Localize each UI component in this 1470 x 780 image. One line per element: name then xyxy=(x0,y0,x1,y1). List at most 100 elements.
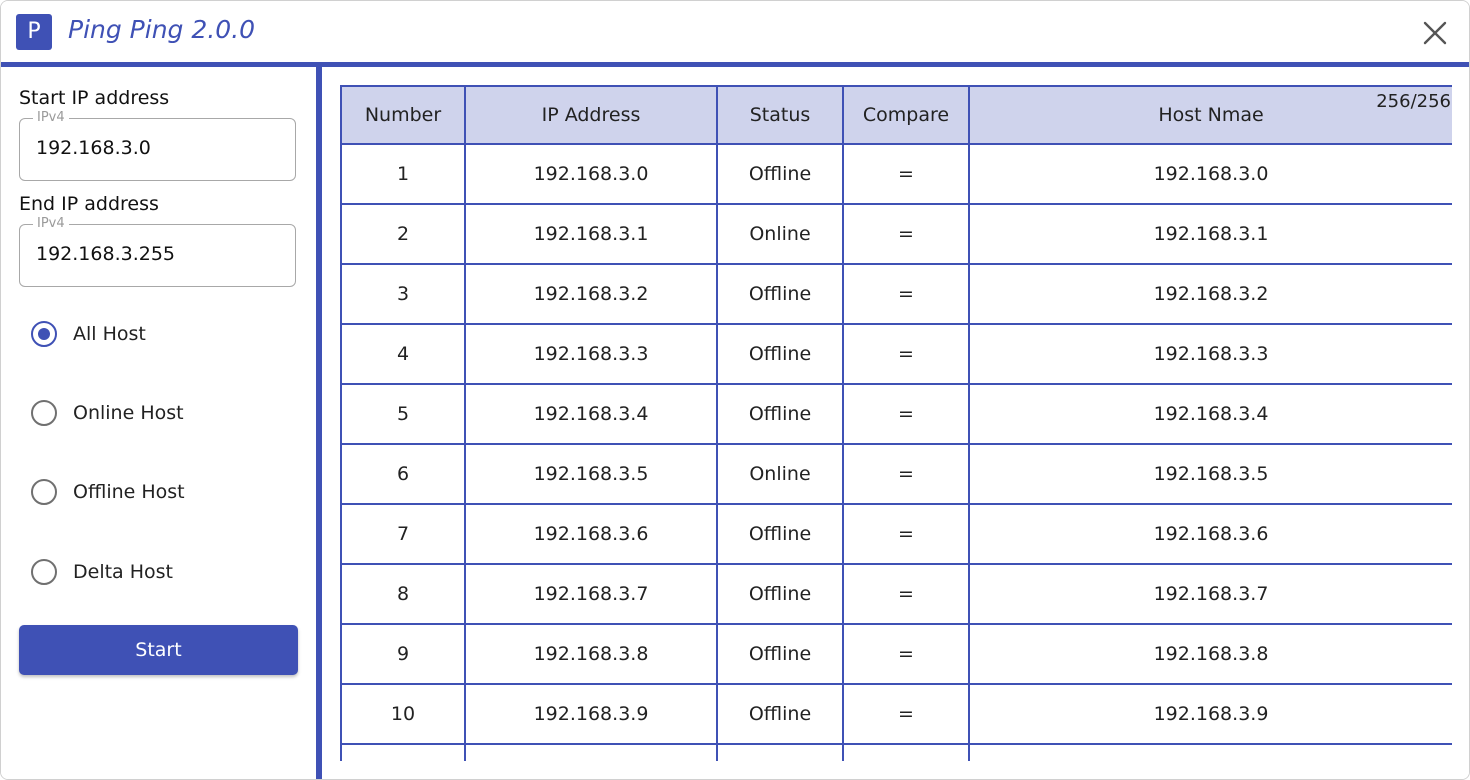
cell-host-name: 192.168.3.6 xyxy=(968,503,1452,565)
cell-number: 5 xyxy=(340,383,466,445)
cell-number: 1 xyxy=(340,143,466,205)
table-row[interactable]: 5 192.168.3.4 Offline = 192.168.3.4 xyxy=(340,383,1452,445)
table-row[interactable]: 4 192.168.3.3 Offline = 192.168.3.3 xyxy=(340,323,1452,385)
table-row[interactable]: 2 192.168.3.1 Online = 192.168.3.1 xyxy=(340,203,1452,265)
cell-number: 2 xyxy=(340,203,466,265)
start-ip-input[interactable] xyxy=(36,137,276,159)
cell-host-name: 192.168.3.4 xyxy=(968,383,1452,445)
cell-status xyxy=(716,743,844,761)
radio-online-host[interactable]: Online Host xyxy=(31,397,184,429)
table-header-row: Number IP Address Status Compare Host Nm… xyxy=(340,85,1452,145)
cell-compare: = xyxy=(842,683,970,745)
cell-compare xyxy=(842,743,970,761)
table-row[interactable]: 8 192.168.3.7 Offline = 192.168.3.7 xyxy=(340,563,1452,625)
cell-host-name: 192.168.3.2 xyxy=(968,263,1452,325)
cell-host-name: 192.168.3.9 xyxy=(968,683,1452,745)
cell-number: 10 xyxy=(340,683,466,745)
table-row[interactable] xyxy=(340,743,1452,761)
cell-status: Offline xyxy=(716,383,844,445)
cell-compare: = xyxy=(842,263,970,325)
cell-ip-address xyxy=(464,743,718,761)
title-bar: P Ping Ping 2.0.0 xyxy=(1,1,1469,62)
results-panel: 256/256 Number IP Address Status Compare… xyxy=(322,67,1469,779)
column-header[interactable]: Number xyxy=(340,85,466,145)
radio-unselected-icon[interactable] xyxy=(31,400,57,426)
radio-label: Online Host xyxy=(73,402,184,424)
cell-host-name: 192.168.3.0 xyxy=(968,143,1452,205)
cell-number: 8 xyxy=(340,563,466,625)
cell-status: Offline xyxy=(716,143,844,205)
cell-compare: = xyxy=(842,503,970,565)
cell-status: Offline xyxy=(716,503,844,565)
end-ip-legend: IPv4 xyxy=(33,216,69,232)
cell-compare: = xyxy=(842,323,970,385)
cell-host-name: 192.168.3.5 xyxy=(968,443,1452,505)
cell-compare: = xyxy=(842,203,970,265)
table-row[interactable]: 6 192.168.3.5 Online = 192.168.3.5 xyxy=(340,443,1452,505)
column-header[interactable]: Compare xyxy=(842,85,970,145)
cell-ip-address: 192.168.3.3 xyxy=(464,323,718,385)
cell-status: Online xyxy=(716,203,844,265)
table-row[interactable]: 3 192.168.3.2 Offline = 192.168.3.2 xyxy=(340,263,1452,325)
cell-status: Offline xyxy=(716,623,844,685)
radio-unselected-icon[interactable] xyxy=(31,479,57,505)
cell-number: 4 xyxy=(340,323,466,385)
cell-number: 9 xyxy=(340,623,466,685)
cell-host-name xyxy=(968,743,1452,761)
table-row[interactable]: 10 192.168.3.9 Offline = 192.168.3.9 xyxy=(340,683,1452,745)
cell-host-name: 192.168.3.8 xyxy=(968,623,1452,685)
cell-status: Offline xyxy=(716,683,844,745)
end-ip-label: End IP address xyxy=(19,193,159,215)
results-grid[interactable]: Number IP Address Status Compare Host Nm… xyxy=(340,85,1452,761)
radio-label: Offline Host xyxy=(73,481,185,503)
start-button[interactable]: Start xyxy=(19,625,298,675)
close-button[interactable] xyxy=(1421,19,1449,47)
close-icon xyxy=(1423,21,1447,45)
table-row[interactable]: 7 192.168.3.6 Offline = 192.168.3.6 xyxy=(340,503,1452,565)
cell-host-name: 192.168.3.7 xyxy=(968,563,1452,625)
app-title: Ping Ping 2.0.0 xyxy=(68,15,255,44)
cell-host-name: 192.168.3.1 xyxy=(968,203,1452,265)
cell-status: Offline xyxy=(716,263,844,325)
results-table: Number IP Address Status Compare Host Nm… xyxy=(340,85,1452,761)
table-row[interactable]: 1 192.168.3.0 Offline = 192.168.3.0 xyxy=(340,143,1452,205)
cell-host-name: 192.168.3.3 xyxy=(968,323,1452,385)
column-header[interactable]: Status xyxy=(716,85,844,145)
radio-delta-host[interactable]: Delta Host xyxy=(31,556,173,588)
cell-compare: = xyxy=(842,143,970,205)
table-row[interactable]: 9 192.168.3.8 Offline = 192.168.3.8 xyxy=(340,623,1452,685)
app-window: P Ping Ping 2.0.0 Start IP address IPv4 … xyxy=(0,0,1470,780)
end-ip-field[interactable]: IPv4 xyxy=(19,216,296,287)
table-body: 1 192.168.3.0 Offline = 192.168.3.0 2 192.168.… xyxy=(340,143,1452,761)
end-ip-input[interactable] xyxy=(36,243,276,265)
cell-ip-address: 192.168.3.9 xyxy=(464,683,718,745)
radio-label: Delta Host xyxy=(73,561,173,583)
radio-unselected-icon[interactable] xyxy=(31,559,57,585)
radio-all-host[interactable]: All Host xyxy=(31,318,146,350)
radio-selected-icon[interactable] xyxy=(31,321,57,347)
cell-compare: = xyxy=(842,383,970,445)
cell-ip-address: 192.168.3.6 xyxy=(464,503,718,565)
start-ip-legend: IPv4 xyxy=(33,110,69,126)
result-counter: 256/256 xyxy=(1376,91,1451,112)
cell-ip-address: 192.168.3.1 xyxy=(464,203,718,265)
app-logo-icon: P xyxy=(16,14,52,50)
cell-compare: = xyxy=(842,443,970,505)
cell-compare: = xyxy=(842,563,970,625)
cell-number: 6 xyxy=(340,443,466,505)
cell-ip-address: 192.168.3.0 xyxy=(464,143,718,205)
cell-number: 7 xyxy=(340,503,466,565)
radio-label: All Host xyxy=(73,323,146,345)
cell-status: Online xyxy=(716,443,844,505)
cell-ip-address: 192.168.3.7 xyxy=(464,563,718,625)
start-ip-label: Start IP address xyxy=(19,87,170,109)
cell-status: Offline xyxy=(716,323,844,385)
cell-ip-address: 192.168.3.5 xyxy=(464,443,718,505)
start-ip-field[interactable]: IPv4 xyxy=(19,110,296,181)
cell-ip-address: 192.168.3.8 xyxy=(464,623,718,685)
column-header[interactable]: IP Address xyxy=(464,85,718,145)
cell-ip-address: 192.168.3.4 xyxy=(464,383,718,445)
radio-offline-host[interactable]: Offline Host xyxy=(31,476,185,508)
cell-ip-address: 192.168.3.2 xyxy=(464,263,718,325)
cell-number xyxy=(340,743,466,761)
